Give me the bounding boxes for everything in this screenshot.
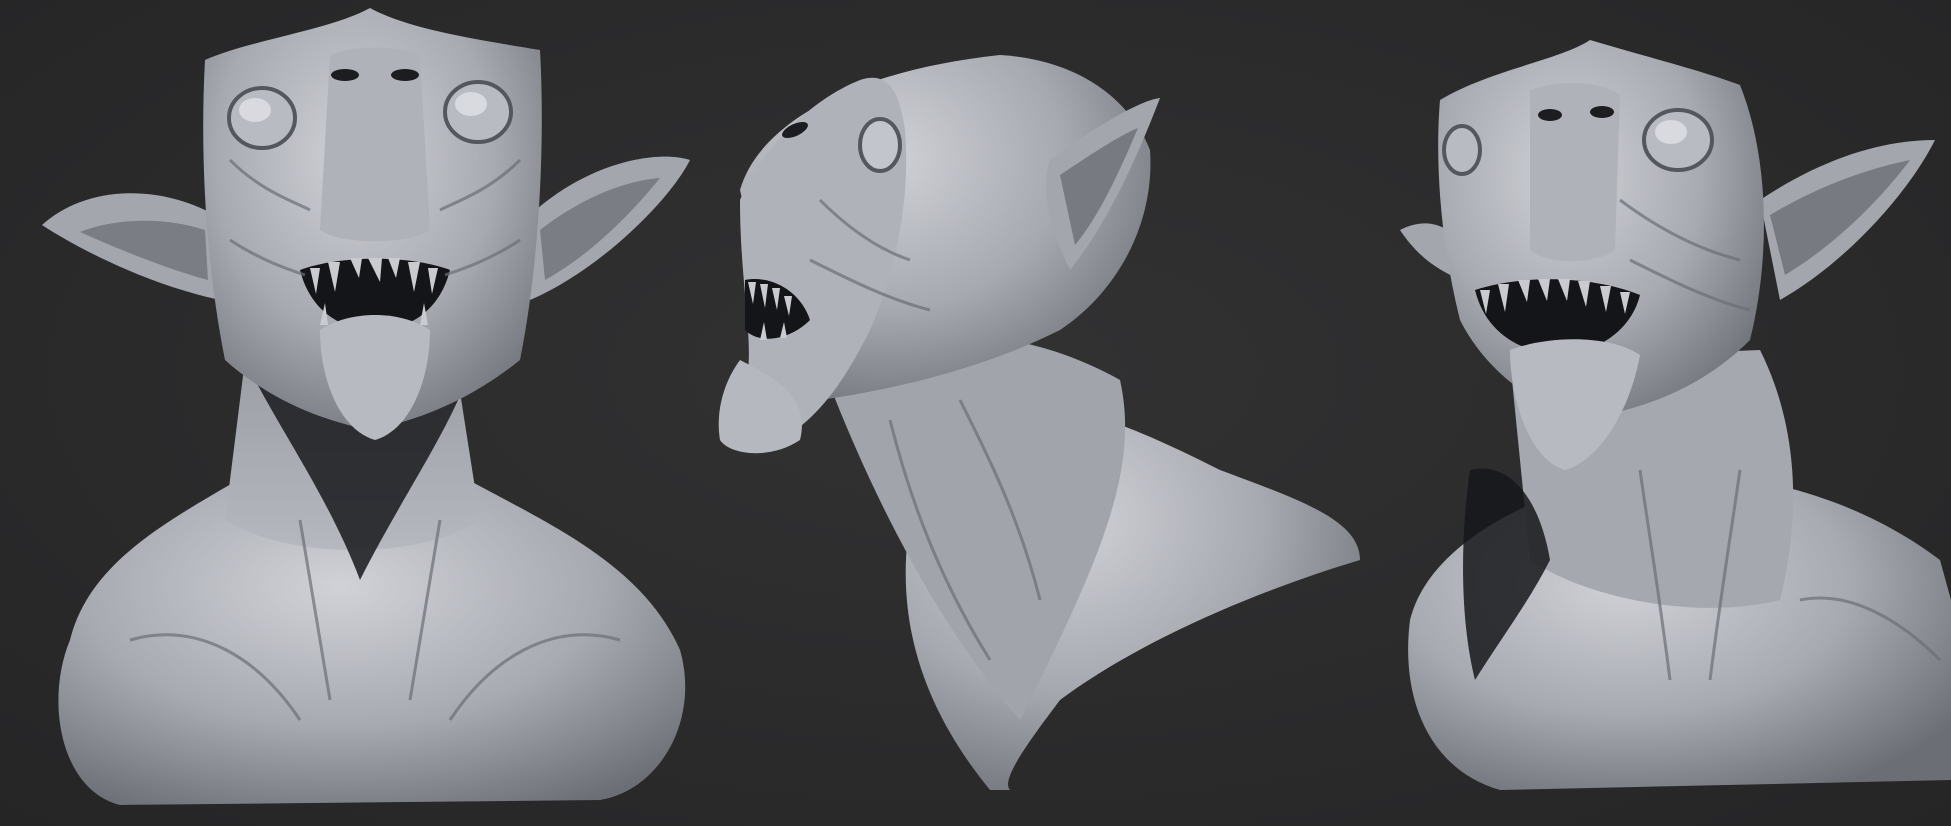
eye xyxy=(858,117,902,173)
bust-profile-view xyxy=(700,0,1380,826)
bust-front-view xyxy=(0,0,700,826)
sculpt-viewport xyxy=(0,0,1951,826)
bust-three-quarter-view xyxy=(1380,0,1951,826)
left-eye xyxy=(1442,124,1482,176)
